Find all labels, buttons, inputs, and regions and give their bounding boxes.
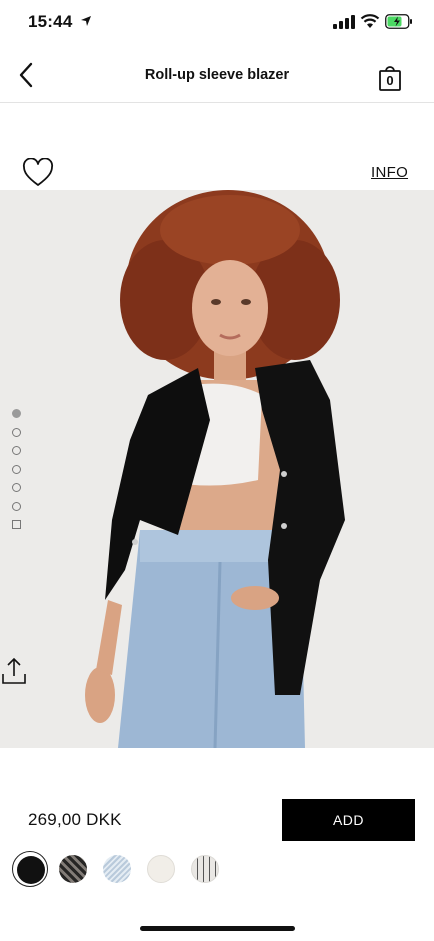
product-photo	[85, 190, 345, 748]
gallery-dot[interactable]	[12, 501, 21, 511]
gallery-video-indicator[interactable]	[12, 520, 21, 529]
swatch-check[interactable]	[55, 851, 91, 887]
gallery-dot[interactable]	[12, 446, 21, 455]
swatch-pinstripe[interactable]	[187, 851, 223, 887]
info-link[interactable]: INFO	[371, 164, 408, 181]
nav-bar: Roll-up sleeve blazer 0	[0, 46, 434, 103]
heart-outline-icon[interactable]	[22, 158, 54, 188]
product-price: 269,00 DKK	[28, 810, 122, 829]
gallery-dot[interactable]	[12, 483, 21, 492]
add-to-bag-button[interactable]: ADD	[282, 799, 415, 841]
swatch-color	[147, 855, 175, 883]
product-image[interactable]	[0, 190, 434, 748]
location-arrow-icon	[81, 16, 91, 26]
battery-charging-icon	[385, 14, 412, 29]
wifi-icon	[360, 14, 380, 28]
share-icon[interactable]	[0, 656, 28, 686]
page-title: Roll-up sleeve blazer	[144, 67, 290, 83]
swatch-light-blue-stripe[interactable]	[99, 851, 135, 887]
gallery-dot[interactable]	[12, 427, 21, 437]
home-indicator[interactable]	[140, 926, 295, 931]
swatch-ecru[interactable]	[143, 851, 179, 887]
swatch-color	[59, 855, 87, 883]
gallery-dot[interactable]	[12, 464, 21, 474]
gallery-dot[interactable]	[12, 409, 21, 418]
swatch-color	[17, 856, 45, 884]
status-time: 15:44	[28, 12, 73, 31]
swatch-color	[191, 855, 219, 883]
swatch-black[interactable]	[12, 851, 48, 887]
status-bar: 15:44	[0, 0, 434, 46]
gallery-pagination	[12, 409, 24, 539]
bag-count: 0	[386, 73, 394, 88]
cellular-signal-icon	[333, 15, 355, 29]
swatch-color	[103, 855, 131, 883]
shopping-bag-button[interactable]: 0	[376, 64, 404, 92]
